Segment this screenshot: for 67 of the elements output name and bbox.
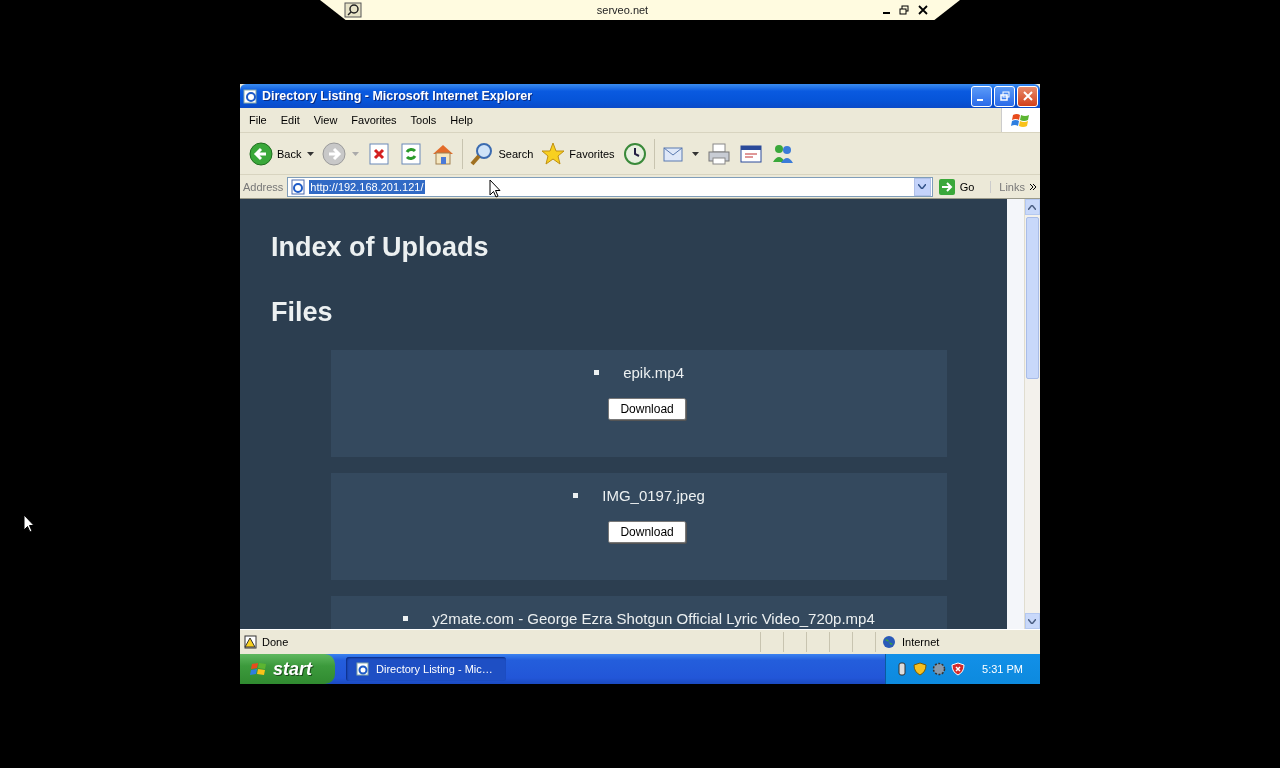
scroll-up-icon [1028,204,1037,210]
mouse-pointer-icon [489,179,501,198]
gear-icon [932,662,947,676]
chevron-icon [1029,182,1037,191]
minimize-icon [976,99,983,101]
printer-icon [706,141,731,166]
bullet-icon [594,370,600,375]
security-zone: Internet [902,636,940,648]
go-button[interactable]: Go [936,178,987,195]
bullet-icon [573,493,579,498]
browser-icon [243,88,259,104]
restore-icon [999,91,1010,101]
menu-item[interactable]: View [306,114,345,126]
file-name: epik.mp4 [623,364,684,381]
download-button[interactable]: Download [608,398,686,420]
address-field[interactable]: http://192.168.201.121/ [287,176,933,197]
links-button[interactable]: Links [990,180,1025,193]
restore-icon [899,5,909,15]
menu-item[interactable]: File [242,114,274,126]
close-icon [1022,91,1033,101]
minimize-icon [883,12,890,14]
windows-flag-icon [1011,111,1031,129]
taskbar-button[interactable]: Directory Listing - Mic… [346,657,506,681]
magnifier-icon [470,141,495,166]
close-icon [918,5,928,15]
dropdown-caret-icon [307,151,315,156]
address-label: Address [243,180,284,193]
page-icon [290,178,307,195]
star-icon [541,141,566,166]
menu-item[interactable]: Favorites [344,114,404,126]
file-name: y2mate.com - George Ezra Shotgun Official Lyric Video_720p.mp4 [432,610,875,627]
stop-icon [367,141,392,166]
menu-item[interactable]: Tools [403,114,444,126]
page-warning-icon [244,635,258,649]
menu-item[interactable]: Edit [273,114,307,126]
page-heading: Index of Uploads [271,231,490,263]
file-name: IMG_0197.jpeg [602,487,705,504]
back-button[interactable]: Back [246,138,318,169]
mouse-pointer-icon [23,514,35,533]
restore-button[interactable] [994,85,1015,107]
windows-flag-icon [250,661,268,677]
browser-icon [356,662,370,676]
close-button[interactable] [1017,85,1038,107]
minimize-button[interactable] [971,85,992,107]
download-button[interactable]: Download [608,521,686,543]
dropdown-button[interactable] [913,177,931,196]
globe-icon [882,635,896,649]
device-icon [896,662,909,676]
bullet-icon [403,616,409,621]
menu-item[interactable]: Help [443,114,480,126]
dropdown-caret-icon [691,151,699,156]
alert-shield-icon [951,662,966,676]
shield-icon [913,662,928,676]
section-heading: Files [271,297,334,328]
session-title: serveo.net [595,4,650,16]
scroll-down-icon [1028,618,1037,624]
scroll-thumb[interactable] [1025,217,1039,379]
search-button[interactable]: Search [467,138,537,169]
dropdown-caret-icon [352,151,360,156]
refresh-icon [399,141,424,166]
start-button[interactable]: start [240,654,335,684]
clock: 5:31 PM [982,663,1023,675]
arrow-right-icon [938,178,955,195]
status-text: Done [262,636,289,648]
caret-icon [918,184,927,189]
window-title: Directory Listing - Microsoft Internet Explorer [262,89,534,103]
favorites-button[interactable]: Favorites [538,138,618,169]
